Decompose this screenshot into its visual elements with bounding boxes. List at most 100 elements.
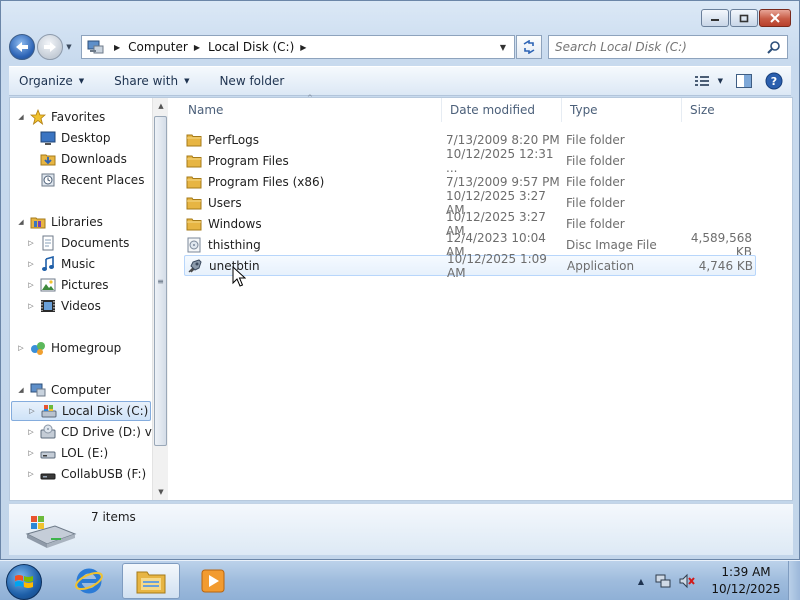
nav-collabusb-drive[interactable]: ▷ CollabUSB (F:) (26, 464, 146, 484)
breadcrumb-computer[interactable]: Computer (128, 40, 188, 54)
expand-icon[interactable]: ▷ (26, 449, 36, 457)
search-icon[interactable] (767, 40, 781, 54)
minimize-icon (711, 19, 719, 21)
content-pane: ◢ Favorites Desktop Downloads Recent Pla… (9, 94, 793, 501)
nav-desktop[interactable]: Desktop (26, 128, 111, 148)
file-name: Program Files (x86) (208, 174, 325, 189)
system-clock[interactable]: 1:39 AM 10/12/2025 (704, 564, 788, 598)
search-box[interactable] (548, 35, 788, 59)
internet-explorer-icon (75, 568, 103, 594)
nav-computer[interactable]: ◢ Computer (16, 380, 110, 400)
nav-documents[interactable]: ▷ Documents (26, 233, 129, 253)
taskbar: ▲ 1:39 AM 10/12/2025 (0, 560, 800, 600)
view-controls: ▼ ? (694, 72, 783, 90)
navigation-scrollbar[interactable]: ▲ ≡ ▼ (152, 98, 168, 500)
view-list-icon (694, 76, 709, 86)
nav-pictures-label: Pictures (61, 278, 109, 292)
breadcrumb-separator-icon[interactable]: ▶ (300, 43, 306, 52)
start-button[interactable] (6, 564, 42, 600)
nav-desktop-label: Desktop (61, 131, 111, 145)
maximize-button[interactable] (730, 9, 758, 27)
nav-music[interactable]: ▷ Music (26, 254, 95, 274)
expand-icon[interactable]: ▷ (16, 344, 26, 352)
folder-icon (186, 132, 202, 148)
close-button[interactable] (759, 9, 791, 27)
file-type: File folder (566, 216, 625, 231)
organize-button[interactable]: Organize ▼ (19, 74, 84, 88)
disc-image-icon (186, 237, 202, 253)
file-row[interactable]: unetbtin 10/12/2025 1:09 AM Application … (184, 252, 756, 280)
close-icon (770, 13, 780, 23)
expand-icon[interactable]: ▷ (26, 470, 36, 478)
new-folder-label: New folder (219, 74, 285, 88)
file-row[interactable]: Program Files 10/12/2025 12:31 ... File … (184, 147, 756, 175)
nav-videos[interactable]: ▷ Videos (26, 296, 101, 316)
star-icon (30, 109, 46, 125)
expand-icon[interactable]: ▷ (27, 407, 37, 415)
expand-icon[interactable]: ▷ (26, 428, 36, 436)
address-bar[interactable]: ▶ Computer ▶ Local Disk (C:) ▶ ▼ (81, 35, 515, 59)
scroll-up-icon[interactable]: ▲ (153, 98, 169, 114)
volume-muted-icon[interactable] (678, 572, 696, 590)
column-type[interactable]: Type (562, 98, 682, 122)
nav-local-disk[interactable]: ▷ Local Disk (C:) (11, 401, 151, 421)
music-icon (40, 256, 56, 272)
forward-button[interactable] (37, 34, 63, 60)
show-desktop-button[interactable] (788, 561, 800, 600)
show-hidden-icons-icon[interactable]: ▲ (638, 577, 644, 586)
navigation-pane[interactable]: ◢ Favorites Desktop Downloads Recent Pla… (10, 98, 152, 500)
preview-pane-icon[interactable] (735, 73, 753, 89)
column-name[interactable]: Name (170, 98, 442, 122)
nav-favorites[interactable]: ◢ Favorites (16, 107, 105, 127)
refresh-button[interactable] (516, 35, 542, 59)
scrollbar-thumb[interactable]: ≡ (154, 116, 167, 446)
taskbar-internet-explorer[interactable] (60, 563, 118, 599)
folder-icon (186, 174, 202, 190)
file-name: Program Files (208, 153, 289, 168)
expand-icon[interactable]: ▷ (26, 239, 36, 247)
back-arrow-icon (16, 42, 28, 52)
taskbar-windows-explorer[interactable] (122, 563, 180, 599)
nav-recent-places-label: Recent Places (61, 173, 145, 187)
search-input[interactable] (555, 40, 755, 54)
column-size[interactable]: Size (682, 98, 762, 122)
taskbar-media-player[interactable] (184, 563, 242, 599)
file-list[interactable]: ^ Name Date modified Type Size PerfLogs … (170, 94, 792, 500)
expand-icon[interactable]: ▷ (26, 302, 36, 310)
nav-homegroup[interactable]: ▷ Homegroup (16, 338, 121, 358)
collapse-icon[interactable]: ◢ (16, 218, 26, 226)
minimize-button[interactable] (701, 9, 729, 27)
chevron-down-icon: ▼ (78, 77, 85, 85)
file-name: Windows (208, 216, 262, 231)
back-button[interactable] (9, 34, 35, 60)
network-icon[interactable] (654, 572, 672, 590)
recent-pages-dropdown[interactable]: ▼ (63, 34, 75, 60)
new-folder-button[interactable]: New folder (219, 74, 284, 88)
collapse-icon[interactable]: ◢ (16, 386, 26, 394)
nav-lol-drive[interactable]: ▷ LOL (E:) (26, 443, 108, 463)
breadcrumb-separator-icon[interactable]: ▶ (194, 43, 200, 52)
share-with-button[interactable]: Share with ▼ (114, 74, 189, 88)
file-date: 7/13/2009 8:20 PM (446, 132, 560, 147)
nav-pictures[interactable]: ▷ Pictures (26, 275, 109, 295)
nav-cd-drive[interactable]: ▷ CD Drive (D:) virt (26, 422, 152, 442)
local-disk-large-icon (25, 516, 77, 548)
scroll-down-icon[interactable]: ▼ (153, 484, 169, 500)
nav-music-label: Music (61, 257, 96, 271)
breadcrumb-local-disk[interactable]: Local Disk (C:) (208, 40, 294, 54)
change-view-button[interactable]: ▼ (694, 74, 723, 88)
collapse-icon[interactable]: ◢ (16, 113, 26, 121)
nav-videos-label: Videos (61, 299, 101, 313)
expand-icon[interactable]: ▷ (26, 260, 36, 268)
column-date-modified[interactable]: Date modified (442, 98, 562, 122)
nav-collabusb-drive-label: CollabUSB (F:) (61, 467, 147, 481)
help-icon[interactable]: ? (765, 72, 783, 90)
chevron-down-icon[interactable]: ▼ (718, 77, 723, 85)
nav-downloads[interactable]: Downloads (26, 149, 127, 169)
nav-favorites-label: Favorites (51, 110, 106, 124)
nav-libraries[interactable]: ◢ Libraries (16, 212, 103, 232)
address-history-dropdown-icon[interactable]: ▼ (500, 43, 506, 52)
expand-icon[interactable]: ▷ (26, 281, 36, 289)
breadcrumb-separator-icon[interactable]: ▶ (114, 43, 120, 52)
nav-recent-places[interactable]: Recent Places (26, 170, 144, 190)
